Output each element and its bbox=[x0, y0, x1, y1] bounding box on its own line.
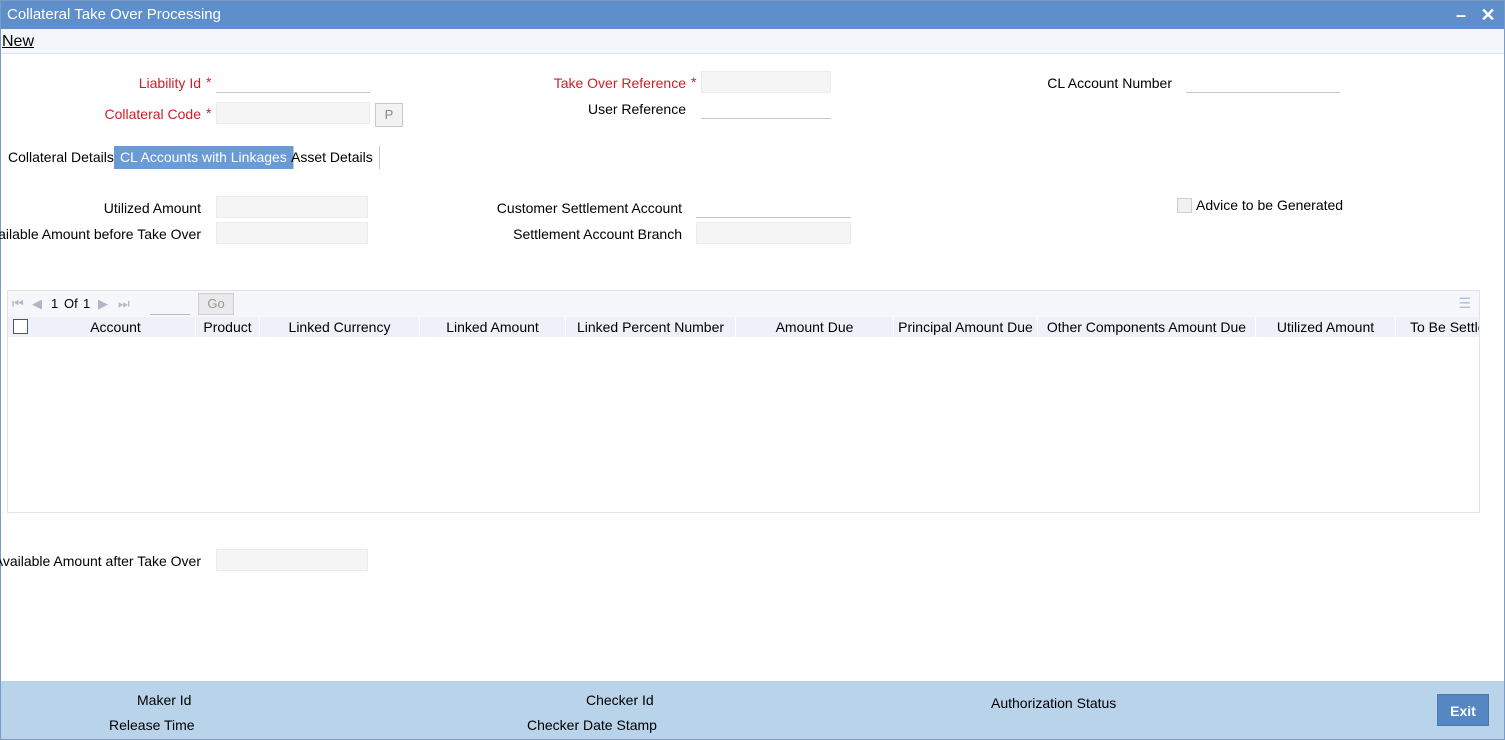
tab-cl-accounts-with-linkages[interactable]: CL Accounts with Linkages bbox=[114, 146, 294, 169]
new-link[interactable]: New bbox=[2, 33, 34, 51]
collateral-code-pick-button[interactable]: P bbox=[375, 103, 403, 127]
page-number-input[interactable] bbox=[150, 295, 190, 315]
column-header[interactable]: Account bbox=[36, 317, 196, 337]
current-page: 1 bbox=[51, 296, 59, 311]
required-marker: * bbox=[206, 105, 212, 121]
first-page-icon[interactable]: ⏮ bbox=[12, 296, 24, 312]
authorization-status-label: Authorization Status bbox=[991, 695, 1117, 711]
checker-id-label: Checker Id bbox=[586, 692, 654, 708]
available-after-label: Available Amount after Take Over bbox=[0, 553, 201, 569]
columns-icon[interactable]: ☰ bbox=[1458, 295, 1471, 312]
column-header[interactable]: Linked Currency bbox=[260, 317, 420, 337]
advice-to-be-generated-label: Advice to be Generated bbox=[1196, 197, 1344, 213]
cl-account-number-field[interactable] bbox=[1186, 71, 1340, 93]
liability-id-label: Liability Id bbox=[138, 75, 201, 91]
required-marker: * bbox=[691, 74, 697, 90]
collateral-code-label: Collateral Code bbox=[104, 106, 202, 122]
column-header[interactable]: Amount Due bbox=[736, 317, 894, 337]
settlement-account-branch-label: Settlement Account Branch bbox=[513, 226, 682, 242]
available-before-field[interactable] bbox=[216, 222, 368, 244]
available-after-field[interactable] bbox=[216, 549, 368, 571]
column-header[interactable]: Utilized Amount bbox=[1256, 317, 1396, 337]
of-label: Of bbox=[64, 296, 78, 311]
menu-bar: New bbox=[1, 29, 1504, 54]
available-before-label: Available Amount before Take Over bbox=[0, 226, 201, 242]
customer-settlement-account-field[interactable] bbox=[696, 196, 851, 218]
advice-to-be-generated-checkbox[interactable] bbox=[1177, 198, 1192, 213]
grid-header: Account Product Linked Currency Linked A… bbox=[8, 317, 1479, 337]
liability-id-field[interactable] bbox=[216, 71, 370, 93]
last-page-icon[interactable]: ⏭ bbox=[118, 296, 130, 312]
cl-account-number-label: CL Account Number bbox=[1047, 75, 1172, 91]
column-header[interactable]: Linked Percent Number bbox=[566, 317, 736, 337]
select-all-checkbox[interactable] bbox=[13, 319, 28, 334]
column-header[interactable]: Product bbox=[196, 317, 260, 337]
utilized-amount-field[interactable] bbox=[216, 196, 368, 218]
minimize-icon[interactable]: – bbox=[1450, 4, 1472, 26]
settlement-account-branch-field[interactable] bbox=[696, 222, 851, 244]
tab-collateral-details[interactable]: Collateral Details bbox=[2, 146, 121, 169]
next-page-icon[interactable]: ▶ bbox=[98, 296, 108, 312]
checker-date-stamp-label: Checker Date Stamp bbox=[527, 717, 657, 733]
utilized-amount-label: Utilized Amount bbox=[103, 200, 201, 216]
main-window: Collateral Take Over Processing – ✕ New … bbox=[0, 0, 1505, 740]
column-header[interactable]: To Be Settled bbox=[1410, 317, 1479, 337]
exit-button[interactable]: Exit bbox=[1437, 694, 1489, 726]
close-icon[interactable]: ✕ bbox=[1477, 4, 1499, 26]
go-button[interactable]: Go bbox=[198, 293, 234, 315]
take-over-reference-label: Take Over Reference bbox=[553, 75, 686, 91]
audit-footer: Maker Id Release Time Checker Id Checker… bbox=[1, 681, 1504, 739]
tab-asset-details[interactable]: Asset Details bbox=[285, 146, 380, 169]
column-header[interactable]: Principal Amount Due bbox=[894, 317, 1038, 337]
title-bar: Collateral Take Over Processing – ✕ bbox=[1, 1, 1504, 29]
customer-settlement-account-label: Customer Settlement Account bbox=[496, 200, 682, 216]
collateral-code-field[interactable] bbox=[216, 102, 370, 124]
user-reference-label: User Reference bbox=[587, 101, 686, 117]
previous-page-icon[interactable]: ◀ bbox=[32, 296, 42, 312]
total-pages: 1 bbox=[83, 296, 91, 311]
maker-id-label: Maker Id bbox=[137, 692, 192, 708]
column-header[interactable]: Linked Amount bbox=[420, 317, 566, 337]
user-reference-field[interactable] bbox=[701, 97, 831, 119]
cl-accounts-grid: ⏮ ◀ 1 Of 1 ▶ ⏭ Go ☰ Account Product Link… bbox=[7, 290, 1480, 513]
required-marker: * bbox=[206, 74, 212, 90]
grid-pager: ⏮ ◀ 1 Of 1 ▶ ⏭ Go ☰ bbox=[8, 291, 1479, 317]
release-time-label: Release Time bbox=[109, 717, 195, 733]
window-title: Collateral Take Over Processing bbox=[7, 6, 221, 23]
column-header[interactable]: Other Components Amount Due bbox=[1038, 317, 1256, 337]
take-over-reference-field[interactable] bbox=[701, 71, 831, 93]
